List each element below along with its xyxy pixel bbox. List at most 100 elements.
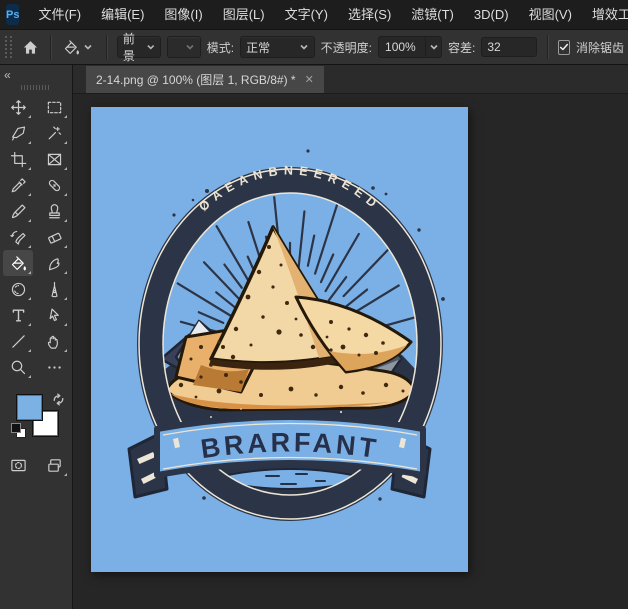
marquee-icon: [46, 99, 63, 116]
quick-mask-button[interactable]: [3, 452, 33, 478]
menu-edit[interactable]: 编辑(E): [92, 0, 153, 29]
menu-filter[interactable]: 滤镜(T): [402, 0, 463, 29]
edit-toolbar-button[interactable]: [39, 354, 69, 380]
divider: [106, 35, 107, 59]
tab-strip: 2-14.png @ 100% (图层 1, RGB/8#) * ✕: [73, 65, 628, 94]
rectangular-marquee-tool[interactable]: [39, 94, 69, 120]
paint-bucket-tool-preview[interactable]: [60, 37, 96, 58]
color-swatches: [0, 392, 72, 448]
tolerance-input[interactable]: [481, 37, 537, 57]
move-tool[interactable]: [3, 94, 33, 120]
antialias-label: 消除锯齿: [576, 39, 624, 56]
antialias-checkbox[interactable]: [558, 40, 570, 55]
magic-wand-tool[interactable]: [39, 120, 69, 146]
paint-bucket-icon: [63, 39, 80, 56]
screen-mode-icon: [46, 457, 63, 474]
opacity-input[interactable]: 100%: [378, 36, 442, 58]
hand-tool[interactable]: [39, 328, 69, 354]
type-tool[interactable]: [3, 302, 33, 328]
home-button[interactable]: [22, 34, 40, 60]
photoshop-logo-icon[interactable]: Ps: [6, 4, 19, 25]
line-tool[interactable]: [3, 328, 33, 354]
fill-source-value: 前景: [123, 30, 146, 64]
document-tab[interactable]: 2-14.png @ 100% (图层 1, RGB/8#) * ✕: [86, 66, 324, 93]
menu-select[interactable]: 选择(S): [339, 0, 400, 29]
polygonal-lasso-tool[interactable]: [3, 120, 33, 146]
eraser-icon: [46, 229, 63, 246]
paint-bucket-icon: [10, 255, 27, 272]
stamp-icon: [46, 203, 63, 220]
history-brush-tool[interactable]: [3, 224, 33, 250]
mode-value: 正常: [246, 39, 270, 56]
menu-file[interactable]: 文件(F): [29, 0, 90, 29]
menu-type[interactable]: 文字(Y): [276, 0, 337, 29]
opacity-dropdown-button[interactable]: [425, 37, 441, 57]
chevron-down-icon: [146, 42, 156, 52]
tolerance-label: 容差:: [448, 39, 475, 56]
swap-colors-icon[interactable]: [52, 393, 65, 406]
smudge-tool[interactable]: [39, 250, 69, 276]
brush-icon: [10, 203, 27, 220]
collapse-panel-button[interactable]: «: [4, 68, 11, 82]
crop-icon: [10, 151, 27, 168]
tools-panel: «: [0, 65, 73, 609]
menu-3d[interactable]: 3D(D): [465, 0, 518, 29]
divider: [50, 35, 51, 59]
close-tab-icon[interactable]: ✕: [305, 73, 314, 86]
hand-icon: [46, 333, 63, 350]
screen-mode-button[interactable]: [39, 452, 69, 478]
canvas-image[interactable]: ØAEANBNEEREED: [91, 107, 468, 572]
clone-stamp-tool[interactable]: [39, 198, 69, 224]
bandage-icon: [46, 177, 63, 194]
menu-layer[interactable]: 图层(L): [214, 0, 274, 29]
zoom-tool[interactable]: [3, 354, 33, 380]
canvas-area[interactable]: ØAEANBNEEREED: [73, 94, 628, 609]
frame-tool[interactable]: [39, 146, 69, 172]
menu-bar: Ps 文件(F) 编辑(E) 图像(I) 图层(L) 文字(Y) 选择(S) 滤…: [0, 0, 628, 29]
history-brush-icon: [10, 229, 27, 246]
default-colors-icon[interactable]: [11, 423, 26, 438]
pen-tool[interactable]: [39, 276, 69, 302]
eyedropper-icon: [10, 177, 27, 194]
chevron-down-icon: [185, 42, 195, 52]
toolbar-drag-handle[interactable]: [21, 85, 51, 90]
eraser-tool[interactable]: [39, 224, 69, 250]
chevron-down-icon: [299, 42, 309, 52]
pattern-picker[interactable]: [167, 36, 200, 58]
line-icon: [10, 333, 27, 350]
path-selection-tool[interactable]: [39, 302, 69, 328]
frame-icon: [46, 151, 63, 168]
options-bar: 前景 模式: 正常 不透明度: 100% 容差: 消除锯齿: [0, 29, 628, 65]
smudge-finger-icon: [46, 255, 63, 272]
dodge-tool[interactable]: [3, 276, 33, 302]
home-icon: [22, 39, 39, 56]
magic-wand-icon: [46, 125, 63, 142]
dodge-sphere-icon: [10, 281, 27, 298]
chevron-down-icon: [429, 42, 439, 52]
document-tab-title: 2-14.png @ 100% (图层 1, RGB/8#) *: [96, 71, 296, 88]
fill-source-select[interactable]: 前景: [117, 36, 162, 58]
check-icon: [559, 42, 569, 52]
type-icon: [10, 307, 27, 324]
options-bar-grip[interactable]: [5, 36, 12, 58]
divider: [547, 35, 548, 59]
brush-tool[interactable]: [3, 198, 33, 224]
menu-view[interactable]: 视图(V): [520, 0, 581, 29]
menu-plugins[interactable]: 增效工具: [583, 0, 628, 29]
eyedropper-tool[interactable]: [3, 172, 33, 198]
opacity-value: 100%: [379, 37, 425, 57]
magnifier-icon: [10, 359, 27, 376]
opacity-label: 不透明度:: [321, 39, 372, 56]
lasso-icon: [10, 125, 27, 142]
pen-icon: [46, 281, 63, 298]
move-icon: [10, 99, 27, 116]
ellipsis-icon: [46, 359, 63, 376]
mode-label: 模式:: [207, 39, 234, 56]
spot-healing-brush-tool[interactable]: [39, 172, 69, 198]
crop-tool[interactable]: [3, 146, 33, 172]
mode-select[interactable]: 正常: [240, 36, 315, 58]
foreground-color-swatch[interactable]: [16, 394, 43, 421]
quick-mask-icon: [10, 457, 27, 474]
menu-image[interactable]: 图像(I): [155, 0, 211, 29]
paint-bucket-tool[interactable]: [3, 250, 33, 276]
